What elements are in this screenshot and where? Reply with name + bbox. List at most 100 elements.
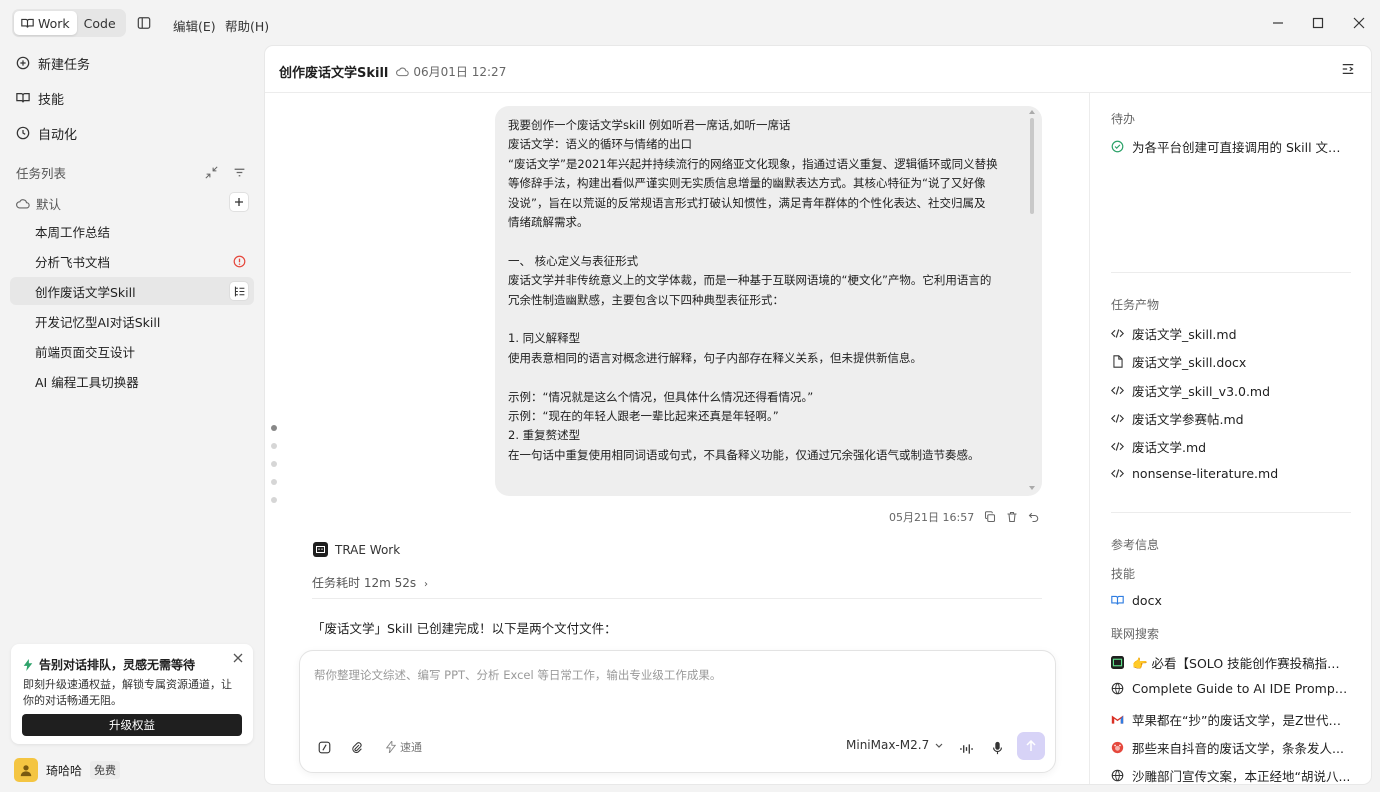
main-header: 创作废话文学Skill 06月01日 12:27 bbox=[265, 46, 1371, 93]
scroll-down-icon[interactable] bbox=[1029, 486, 1035, 490]
tab-work-label: Work bbox=[38, 15, 70, 31]
microphone-button[interactable] bbox=[992, 739, 1003, 757]
task-item[interactable]: AI 编程工具切换器 bbox=[10, 367, 254, 395]
tab-code[interactable]: Code bbox=[77, 11, 123, 35]
trae-logo-icon bbox=[313, 542, 328, 557]
filter-icon[interactable] bbox=[233, 166, 246, 179]
message-line bbox=[508, 310, 1018, 329]
voice-wave-button[interactable] bbox=[960, 740, 973, 758]
task-item[interactable]: 本周工作总结 bbox=[10, 217, 254, 245]
collapse-icon[interactable] bbox=[205, 166, 218, 179]
artifact-item[interactable]: 废话文学参赛帖.md bbox=[1111, 409, 1351, 428]
group-default[interactable]: 默认 bbox=[16, 194, 61, 213]
nav-dot[interactable] bbox=[271, 443, 277, 449]
nav-dot[interactable] bbox=[271, 479, 277, 485]
todo-title: 待办 bbox=[1111, 112, 1136, 126]
message-line: 情绪疏解需求。 bbox=[508, 215, 589, 230]
promo-title-row: 告别对话排队，灵感无需等待 bbox=[23, 656, 195, 673]
menu-help[interactable]: 帮助(H) bbox=[225, 16, 269, 35]
task-item[interactable]: 前端页面交互设计 bbox=[10, 337, 254, 365]
cloud-icon bbox=[16, 198, 30, 209]
todo-item[interactable]: 为各平台创建可直接调用的 Skill 文件... bbox=[1111, 137, 1351, 156]
skill-item[interactable]: docx bbox=[1111, 593, 1351, 608]
task-outline-icon[interactable] bbox=[230, 282, 248, 300]
pig-icon bbox=[1111, 741, 1124, 754]
task-date: 06月01日 12:27 bbox=[413, 65, 507, 79]
upgrade-button[interactable]: 升级权益 bbox=[22, 714, 242, 736]
nav-dot[interactable] bbox=[271, 461, 277, 467]
paperclip-icon bbox=[352, 741, 362, 753]
slash-command-button[interactable] bbox=[318, 738, 331, 756]
scroll-up-icon[interactable] bbox=[1029, 110, 1035, 114]
message-line: 示例：“现在的年轻人跟老一辈比起来还真是年轻啊。” bbox=[508, 409, 779, 424]
tab-work[interactable]: Work bbox=[14, 11, 77, 35]
undo-icon[interactable] bbox=[1028, 511, 1040, 523]
message-line bbox=[508, 232, 1018, 251]
nav-automation[interactable]: 自动化 bbox=[16, 121, 77, 145]
artifact-item[interactable]: nonsense-literature.md bbox=[1111, 466, 1351, 481]
task-label: 开发记忆型AI对话Skill bbox=[35, 314, 161, 330]
web-result-item[interactable]: Complete Guide to AI IDE Prompt For... bbox=[1111, 681, 1351, 696]
close-icon[interactable] bbox=[1350, 14, 1368, 32]
message-line: 1. 同义解释型 bbox=[508, 331, 581, 346]
page-title: 创作废话文学Skill bbox=[279, 66, 389, 81]
add-task-button[interactable] bbox=[230, 193, 248, 211]
task-item[interactable]: 分析飞书文档 bbox=[10, 247, 254, 275]
message-nav-dots bbox=[271, 425, 277, 515]
message-line: 废话文学：语义的循环与情绪的出口 bbox=[508, 137, 692, 152]
message-time: 05月21日 16:57 bbox=[889, 511, 975, 524]
waveform-icon bbox=[960, 744, 973, 754]
send-button[interactable] bbox=[1017, 732, 1045, 760]
artifact-item-label: 废话文学_skill_v3.0.md bbox=[1132, 383, 1271, 399]
task-item-active[interactable]: 创作废话文学Skill bbox=[10, 277, 254, 305]
chevron-right-icon: › bbox=[423, 579, 428, 590]
web-result-item[interactable]: 沙雕部门宣传文案，本正经地“胡说八... bbox=[1111, 766, 1351, 784]
task-duration[interactable]: 任务耗时 12m 52s › bbox=[312, 574, 428, 591]
artifact-item[interactable]: 废话文学.md bbox=[1111, 437, 1351, 456]
toggle-panel-icon[interactable] bbox=[1341, 62, 1357, 78]
task-list-title: 任务列表 bbox=[16, 166, 67, 181]
message-line: 示例：“情况就是这么个情况，但具体什么情况还得看情况。” bbox=[508, 389, 814, 404]
artifact-item[interactable]: 废话文学_skill.md bbox=[1111, 324, 1351, 343]
artifact-item[interactable]: 废话文学_skill_v3.0.md bbox=[1111, 381, 1351, 400]
maximize-icon[interactable] bbox=[1309, 14, 1327, 32]
task-label: 创作废话文学Skill bbox=[35, 284, 136, 300]
sidebar-toggle-icon[interactable] bbox=[136, 15, 152, 31]
artifact-item[interactable]: 废话文学_skill.docx bbox=[1111, 352, 1351, 371]
message-line: 冗余性制造幽默感，主要包含以下四种典型表征形式： bbox=[508, 292, 784, 307]
message-line: 等修辞手法，构建出看似严谨实则无实质信息增量的幽默表达方式。其核心特征为“说了又… bbox=[508, 176, 986, 191]
microphone-icon bbox=[992, 741, 1003, 755]
artifact-item-label: 废话文学_skill.docx bbox=[1132, 355, 1247, 371]
delete-icon[interactable] bbox=[1006, 511, 1018, 523]
task-item[interactable]: 开发记忆型AI对话Skill bbox=[10, 307, 254, 335]
nav-new-task[interactable]: 新建任务 bbox=[16, 51, 90, 75]
titlebar: Work Code 编辑(E) 帮助(H) bbox=[0, 0, 1380, 46]
error-icon bbox=[230, 252, 248, 270]
attach-button[interactable] bbox=[350, 738, 363, 756]
agent-header: TRAE Work bbox=[313, 542, 400, 557]
task-label: 前端页面交互设计 bbox=[35, 344, 136, 360]
web-result-item[interactable]: 苹果都在“抄”的废话文学，是Z世代的... bbox=[1111, 710, 1351, 729]
minimize-icon[interactable] bbox=[1269, 14, 1287, 32]
mode-switch: Work Code bbox=[12, 9, 126, 37]
cloud-icon bbox=[396, 67, 410, 76]
promo-close-icon[interactable] bbox=[233, 652, 245, 664]
menu-edit[interactable]: 编辑(E) bbox=[173, 16, 216, 35]
web-result-item[interactable]: 那些来自抖音的废话文学，条条发人... bbox=[1111, 738, 1351, 757]
artifacts-title: 任务产物 bbox=[1111, 298, 1160, 312]
model-selector[interactable]: MiniMax-M2.7 bbox=[846, 738, 943, 752]
agent-name: TRAE Work bbox=[335, 542, 401, 557]
speed-toggle[interactable]: 速通 bbox=[386, 738, 422, 756]
nav-dot[interactable] bbox=[271, 425, 277, 431]
nav-skills[interactable]: 技能 bbox=[16, 86, 64, 110]
copy-icon[interactable] bbox=[984, 511, 996, 523]
user-profile[interactable]: 琦哈哈 免费 bbox=[14, 758, 121, 782]
scrollbar-thumb[interactable] bbox=[1030, 118, 1034, 214]
web-result-item[interactable]: 👉 必看【SOLO 技能创作赛投稿指南... bbox=[1111, 653, 1351, 672]
composer-input[interactable]: 帮你整理论文综述、编写 PPT、分析 Excel 等日常工作，输出专业级工作成果… bbox=[314, 667, 721, 683]
upgrade-promo: 告别对话排队，灵感无需等待 即刻升级速通权益，解锁专属资源通道，让你的对话畅通无… bbox=[11, 644, 253, 744]
arrow-up-icon bbox=[1026, 740, 1036, 751]
nav-dot[interactable] bbox=[271, 497, 277, 503]
avatar bbox=[14, 758, 38, 782]
right-panel: 待办 为各平台创建可直接调用的 Skill 文件... 任务产物 废话文学_sk… bbox=[1089, 93, 1371, 784]
